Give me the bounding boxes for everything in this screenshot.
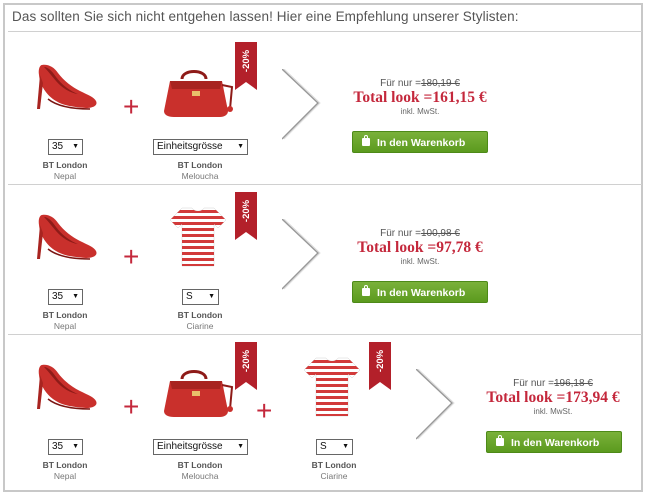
plus-icon: + bbox=[256, 395, 273, 426]
size-select[interactable]: S ▼ bbox=[182, 289, 219, 305]
bundle-row: 35 ▼ BT London Nepal + -20% Einheitsgröss… bbox=[0, 35, 650, 185]
product-model: Meloucha bbox=[181, 471, 219, 481]
product-brand: BT London bbox=[177, 310, 223, 320]
arrow-icon bbox=[282, 69, 321, 140]
arrow-icon bbox=[282, 219, 321, 290]
shirt-image[interactable] bbox=[304, 355, 360, 419]
bundle-row: 35 ▼ BT London Nepal + -20% S ▼ BT London … bbox=[0, 185, 650, 335]
dropdown-arrow-icon: ▼ bbox=[342, 443, 349, 450]
shoe-image[interactable] bbox=[34, 211, 100, 263]
size-select[interactable]: 35 ▼ bbox=[48, 139, 83, 155]
dropdown-arrow-icon: ▼ bbox=[237, 143, 244, 150]
size-select[interactable]: Einheitsgrösse ▼ bbox=[153, 139, 248, 155]
old-price: 100,98 € bbox=[420, 228, 460, 239]
add-to-cart-button[interactable]: In den Warenkorb bbox=[352, 131, 488, 153]
bag-image[interactable] bbox=[164, 65, 234, 119]
vat-note: inkl. MwSt. bbox=[400, 257, 440, 266]
old-price: 180,19 € bbox=[420, 78, 460, 89]
discount-badge: -20% bbox=[369, 342, 391, 390]
shoe-image[interactable] bbox=[34, 361, 100, 413]
svg-text:-20%: -20% bbox=[241, 349, 252, 372]
product-brand: BT London bbox=[311, 460, 357, 470]
page-heading: Das sollten Sie sich nicht entgehen lass… bbox=[12, 9, 519, 24]
svg-text:-20%: -20% bbox=[241, 49, 252, 72]
discount-badge: -20% bbox=[235, 342, 257, 390]
dropdown-arrow-icon: ▼ bbox=[237, 443, 244, 450]
shirt-image[interactable] bbox=[170, 205, 226, 269]
total-price: Total look =97,78 € bbox=[357, 239, 483, 256]
plus-icon: + bbox=[123, 91, 140, 122]
price-block: Für nur =180,19 € Total look =161,15 € i… bbox=[330, 78, 510, 116]
add-to-cart-button[interactable]: In den Warenkorb bbox=[352, 281, 488, 303]
svg-text:-20%: -20% bbox=[241, 199, 252, 222]
product-model: Meloucha bbox=[181, 171, 219, 181]
size-select[interactable]: Einheitsgrösse ▼ bbox=[153, 439, 248, 455]
vat-note: inkl. MwSt. bbox=[400, 107, 440, 116]
arrow-icon bbox=[416, 369, 455, 440]
dropdown-arrow-icon: ▼ bbox=[72, 443, 79, 450]
bag-image[interactable] bbox=[164, 365, 234, 419]
product-brand: BT London bbox=[42, 310, 88, 320]
product-model: Ciarine bbox=[186, 321, 214, 331]
shopping-bag-icon bbox=[362, 285, 370, 296]
shoe-image[interactable] bbox=[34, 61, 100, 113]
product-model: Ciarine bbox=[320, 471, 348, 481]
dropdown-arrow-icon: ▼ bbox=[72, 143, 79, 150]
size-select[interactable]: S ▼ bbox=[316, 439, 353, 455]
product-model: Nepal bbox=[53, 171, 77, 181]
bundle-row: 35 ▼ BT London Nepal + -20% Einheitsgröss… bbox=[0, 335, 650, 485]
price-block: Für nur =196,18 € Total look =173,94 € i… bbox=[463, 378, 643, 416]
shopping-bag-icon bbox=[496, 435, 504, 446]
product-model: Nepal bbox=[53, 471, 77, 481]
dropdown-arrow-icon: ▼ bbox=[72, 293, 79, 300]
divider bbox=[8, 31, 642, 32]
plus-icon: + bbox=[123, 241, 140, 272]
product-brand: BT London bbox=[177, 460, 223, 470]
vat-note: inkl. MwSt. bbox=[533, 407, 573, 416]
discount-badge: -20% bbox=[235, 42, 257, 90]
size-select[interactable]: 35 ▼ bbox=[48, 289, 83, 305]
dropdown-arrow-icon: ▼ bbox=[208, 293, 215, 300]
add-to-cart-button[interactable]: In den Warenkorb bbox=[486, 431, 622, 453]
discount-badge: -20% bbox=[235, 192, 257, 240]
old-price: 196,18 € bbox=[553, 378, 593, 389]
svg-text:-20%: -20% bbox=[375, 349, 386, 372]
size-select[interactable]: 35 ▼ bbox=[48, 439, 83, 455]
price-block: Für nur =100,98 € Total look =97,78 € in… bbox=[330, 228, 510, 266]
product-model: Nepal bbox=[53, 321, 77, 331]
product-brand: BT London bbox=[42, 460, 88, 470]
total-price: Total look =173,94 € bbox=[486, 389, 620, 406]
plus-icon: + bbox=[123, 391, 140, 422]
total-price: Total look =161,15 € bbox=[353, 89, 487, 106]
product-brand: BT London bbox=[42, 160, 88, 170]
product-brand: BT London bbox=[177, 160, 223, 170]
shopping-bag-icon bbox=[362, 135, 370, 146]
